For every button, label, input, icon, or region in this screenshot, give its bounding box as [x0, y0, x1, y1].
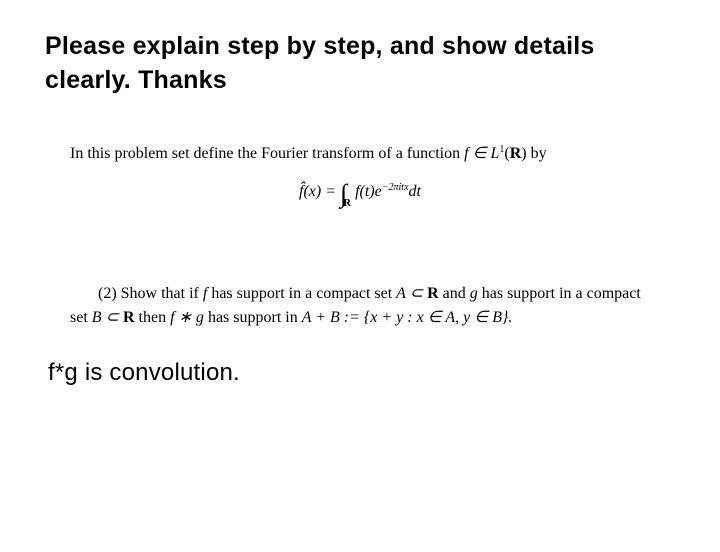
intro-math: f ∈ L	[464, 145, 499, 162]
formula-lhs: f̂(x) =	[299, 183, 340, 200]
problem-statement: (2) Show that if f has support in a comp…	[70, 282, 650, 328]
formula-exp: −2πitx	[382, 182, 409, 193]
p3b: R	[427, 285, 439, 302]
problem-label: (2) Show that if	[98, 285, 203, 302]
intro-suffix: by	[527, 145, 547, 162]
problem-body: In this problem set define the Fourier t…	[45, 142, 675, 329]
formula-integrand2: dt	[409, 183, 421, 200]
intro-line: In this problem set define the Fourier t…	[70, 142, 650, 165]
p3: A ⊂	[396, 285, 427, 302]
intro-prefix: In this problem set define the Fourier t…	[70, 145, 464, 162]
p2: has support in a compact set	[207, 285, 396, 302]
p10: has support in	[204, 309, 302, 326]
p7: B ⊂	[92, 309, 123, 326]
p5: g	[470, 285, 478, 302]
p4: and	[439, 285, 470, 302]
formula-integrand1: f(t)e	[351, 183, 382, 200]
formula-sub: R	[343, 197, 351, 209]
footnote: f*g is convolution.	[45, 359, 675, 387]
page-heading: Please explain step by step, and show de…	[45, 30, 675, 98]
fourier-formula: f̂(x) = ∫R f(t)e−2πitxdt	[70, 175, 650, 213]
p8: then	[135, 309, 171, 326]
intro-math2: (R)	[504, 145, 526, 162]
p7b: R	[123, 309, 135, 326]
p11: A + B := {x + y : x ∈ A, y ∈ B}.	[302, 309, 513, 326]
p9: f ∗ g	[170, 309, 204, 326]
